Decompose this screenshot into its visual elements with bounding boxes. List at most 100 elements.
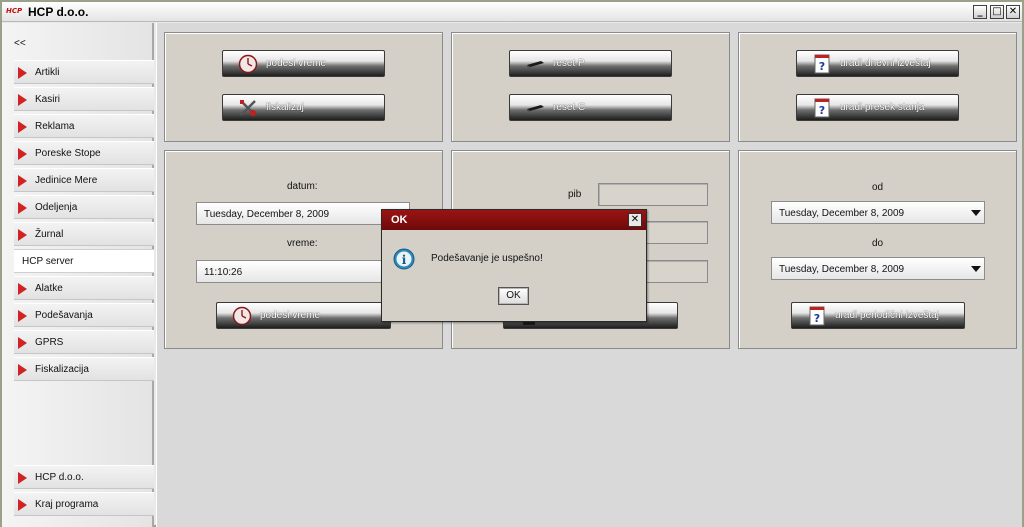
sidebar-item-alatke[interactable]: Alatke — [14, 276, 154, 300]
dialog-close-button[interactable]: ✕ — [628, 213, 642, 227]
set-time-button[interactable]: podesi vreme — [222, 50, 385, 77]
daily-report-label: uradi dnevni izveštaj — [840, 58, 931, 69]
set-time-label: podesi vreme — [266, 58, 327, 69]
arrow-right-icon — [18, 67, 27, 79]
report-help-icon: ? — [814, 54, 830, 74]
sidebar-item-label: Kraj programa — [35, 499, 99, 510]
arrow-right-icon — [18, 310, 27, 322]
date-label: datum: — [287, 181, 318, 192]
arrow-right-icon — [18, 283, 27, 295]
reset-p-label: reset P — [553, 58, 585, 69]
sidebar-item-hcp-doo[interactable]: HCP d.o.o. — [14, 465, 154, 489]
reports-panel: ? uradi dnevni izveštaj ? uradi presek s… — [738, 32, 1017, 142]
sidebar-item-label: Podešavanja — [35, 310, 93, 321]
sidebar-item-label: Artikli — [35, 67, 60, 78]
sidebar-item-poreske-stope[interactable]: Poreske Stope — [14, 141, 154, 165]
from-date-dropdown[interactable]: Tuesday, December 8, 2009 — [771, 201, 985, 224]
reset-panel: reset P reset C — [451, 32, 730, 142]
cutoff-report-button[interactable]: ? uradi presek stanja — [796, 94, 959, 121]
to-date-value: Tuesday, December 8, 2009 — [779, 264, 905, 275]
chevron-down-icon — [971, 266, 981, 272]
fiscalize-button[interactable]: fiskalizuj — [222, 94, 385, 121]
time-value: 11:10:26 — [204, 267, 243, 278]
sidebar-item-zurnal[interactable]: Žurnal — [14, 222, 154, 246]
tools-icon — [240, 100, 256, 116]
sidebar-item-label: Poreske Stope — [35, 148, 101, 159]
sidebar-item-odeljenja[interactable]: Odeljenja — [14, 195, 154, 219]
sidebar-item-label: HCP d.o.o. — [35, 472, 84, 483]
sidebar-item-hcp-server[interactable]: HCP server — [14, 249, 154, 273]
device-icon — [527, 61, 544, 69]
set-time-button-2[interactable]: podesi vreme — [216, 302, 391, 329]
title-bar: HCP HCP d.o.o. _ □ ✕ — [2, 2, 1022, 22]
sidebar-item-artikli[interactable]: Artikli — [14, 60, 154, 84]
app-logo: HCP — [6, 7, 23, 15]
arrow-right-icon — [18, 121, 27, 133]
dialog-title: OK — [391, 214, 408, 226]
info-icon: i — [393, 248, 415, 270]
reset-c-label: reset C — [553, 102, 586, 113]
periodic-panel: od Tuesday, December 8, 2009 do Tuesday,… — [738, 150, 1017, 349]
periodic-report-button[interactable]: ? uradi periodični izveštaj — [791, 302, 965, 329]
sidebar-item-label: Žurnal — [35, 229, 64, 240]
window-title: HCP d.o.o. — [28, 5, 89, 19]
close-window-button[interactable]: ✕ — [1006, 5, 1020, 19]
fiscalize-label: fiskalizuj — [266, 102, 304, 113]
success-dialog: OK ✕ i Podešavanje je uspešno! OK — [381, 209, 647, 322]
arrow-right-icon — [18, 364, 27, 376]
arrow-right-icon — [18, 175, 27, 187]
daily-report-button[interactable]: ? uradi dnevni izveštaj — [796, 50, 959, 77]
periodic-report-label: uradi periodični izveštaj — [835, 310, 939, 321]
arrow-right-icon — [18, 202, 27, 214]
to-label: do — [872, 238, 884, 249]
date-value: Tuesday, December 8, 2009 — [204, 209, 330, 220]
clock-icon — [232, 306, 252, 326]
app-window: HCP HCP d.o.o. _ □ ✕ << Artikli Kasiri R… — [0, 0, 1024, 527]
svg-text:?: ? — [814, 312, 820, 325]
time-label: vreme: — [287, 238, 318, 249]
set-time-label: podesi vreme — [260, 310, 321, 321]
arrow-right-icon — [18, 499, 27, 511]
sidebar-item-label: Fiskalizacija — [35, 364, 89, 375]
collapse-sidebar-button[interactable]: << — [14, 38, 26, 49]
date-picker[interactable]: Tuesday, December 8, 2009 — [196, 202, 410, 225]
sidebar-item-reklama[interactable]: Reklama — [14, 114, 154, 138]
report-help-icon: ? — [809, 306, 825, 326]
arrow-right-icon — [18, 148, 27, 160]
to-date-dropdown[interactable]: Tuesday, December 8, 2009 — [771, 257, 985, 280]
time-field[interactable]: 11:10:26 — [196, 260, 410, 283]
sidebar-item-label: Kasiri — [35, 94, 61, 105]
pib-input[interactable] — [598, 183, 708, 206]
device-icon — [527, 105, 544, 113]
maximize-button[interactable]: □ — [990, 5, 1004, 19]
dialog-message: Podešavanje je uspešno! — [431, 253, 543, 264]
reset-p-button[interactable]: reset P — [509, 50, 672, 77]
arrow-right-icon — [18, 94, 27, 106]
sidebar-item-jedinice-mere[interactable]: Jedinice Mere — [14, 168, 154, 192]
arrow-right-icon — [18, 472, 27, 484]
sidebar-item-fiskalizacija[interactable]: Fiskalizacija — [14, 357, 154, 381]
ok-button[interactable]: OK — [498, 287, 529, 305]
arrow-right-icon — [18, 337, 27, 349]
minimize-button[interactable]: _ — [973, 5, 987, 19]
dialog-title-bar: OK ✕ — [382, 210, 646, 230]
sidebar-item-label: Jedinice Mere — [35, 175, 98, 186]
sidebar-item-label: Odeljenja — [35, 202, 78, 213]
sidebar-item-kasiri[interactable]: Kasiri — [14, 87, 154, 111]
sidebar-item-podesavanja[interactable]: Podešavanja — [14, 303, 154, 327]
sidebar-item-gprs[interactable]: GPRS — [14, 330, 154, 354]
from-date-value: Tuesday, December 8, 2009 — [779, 208, 905, 219]
arrow-right-icon — [18, 229, 27, 241]
svg-text:?: ? — [819, 60, 825, 73]
clock-icon — [238, 54, 258, 74]
sidebar-item-label: Reklama — [35, 121, 75, 132]
sidebar: << Artikli Kasiri Reklama Poreske Stope … — [2, 23, 154, 527]
sidebar-item-label: GPRS — [35, 337, 64, 348]
sidebar-item-kraj-programa[interactable]: Kraj programa — [14, 492, 154, 516]
sidebar-item-label: Alatke — [35, 283, 63, 294]
cutoff-report-label: uradi presek stanja — [840, 102, 925, 113]
from-label: od — [872, 182, 884, 193]
time-panel: podesi vreme fiskalizuj — [164, 32, 443, 142]
reset-c-button[interactable]: reset C — [509, 94, 672, 121]
svg-text:i: i — [402, 253, 407, 267]
